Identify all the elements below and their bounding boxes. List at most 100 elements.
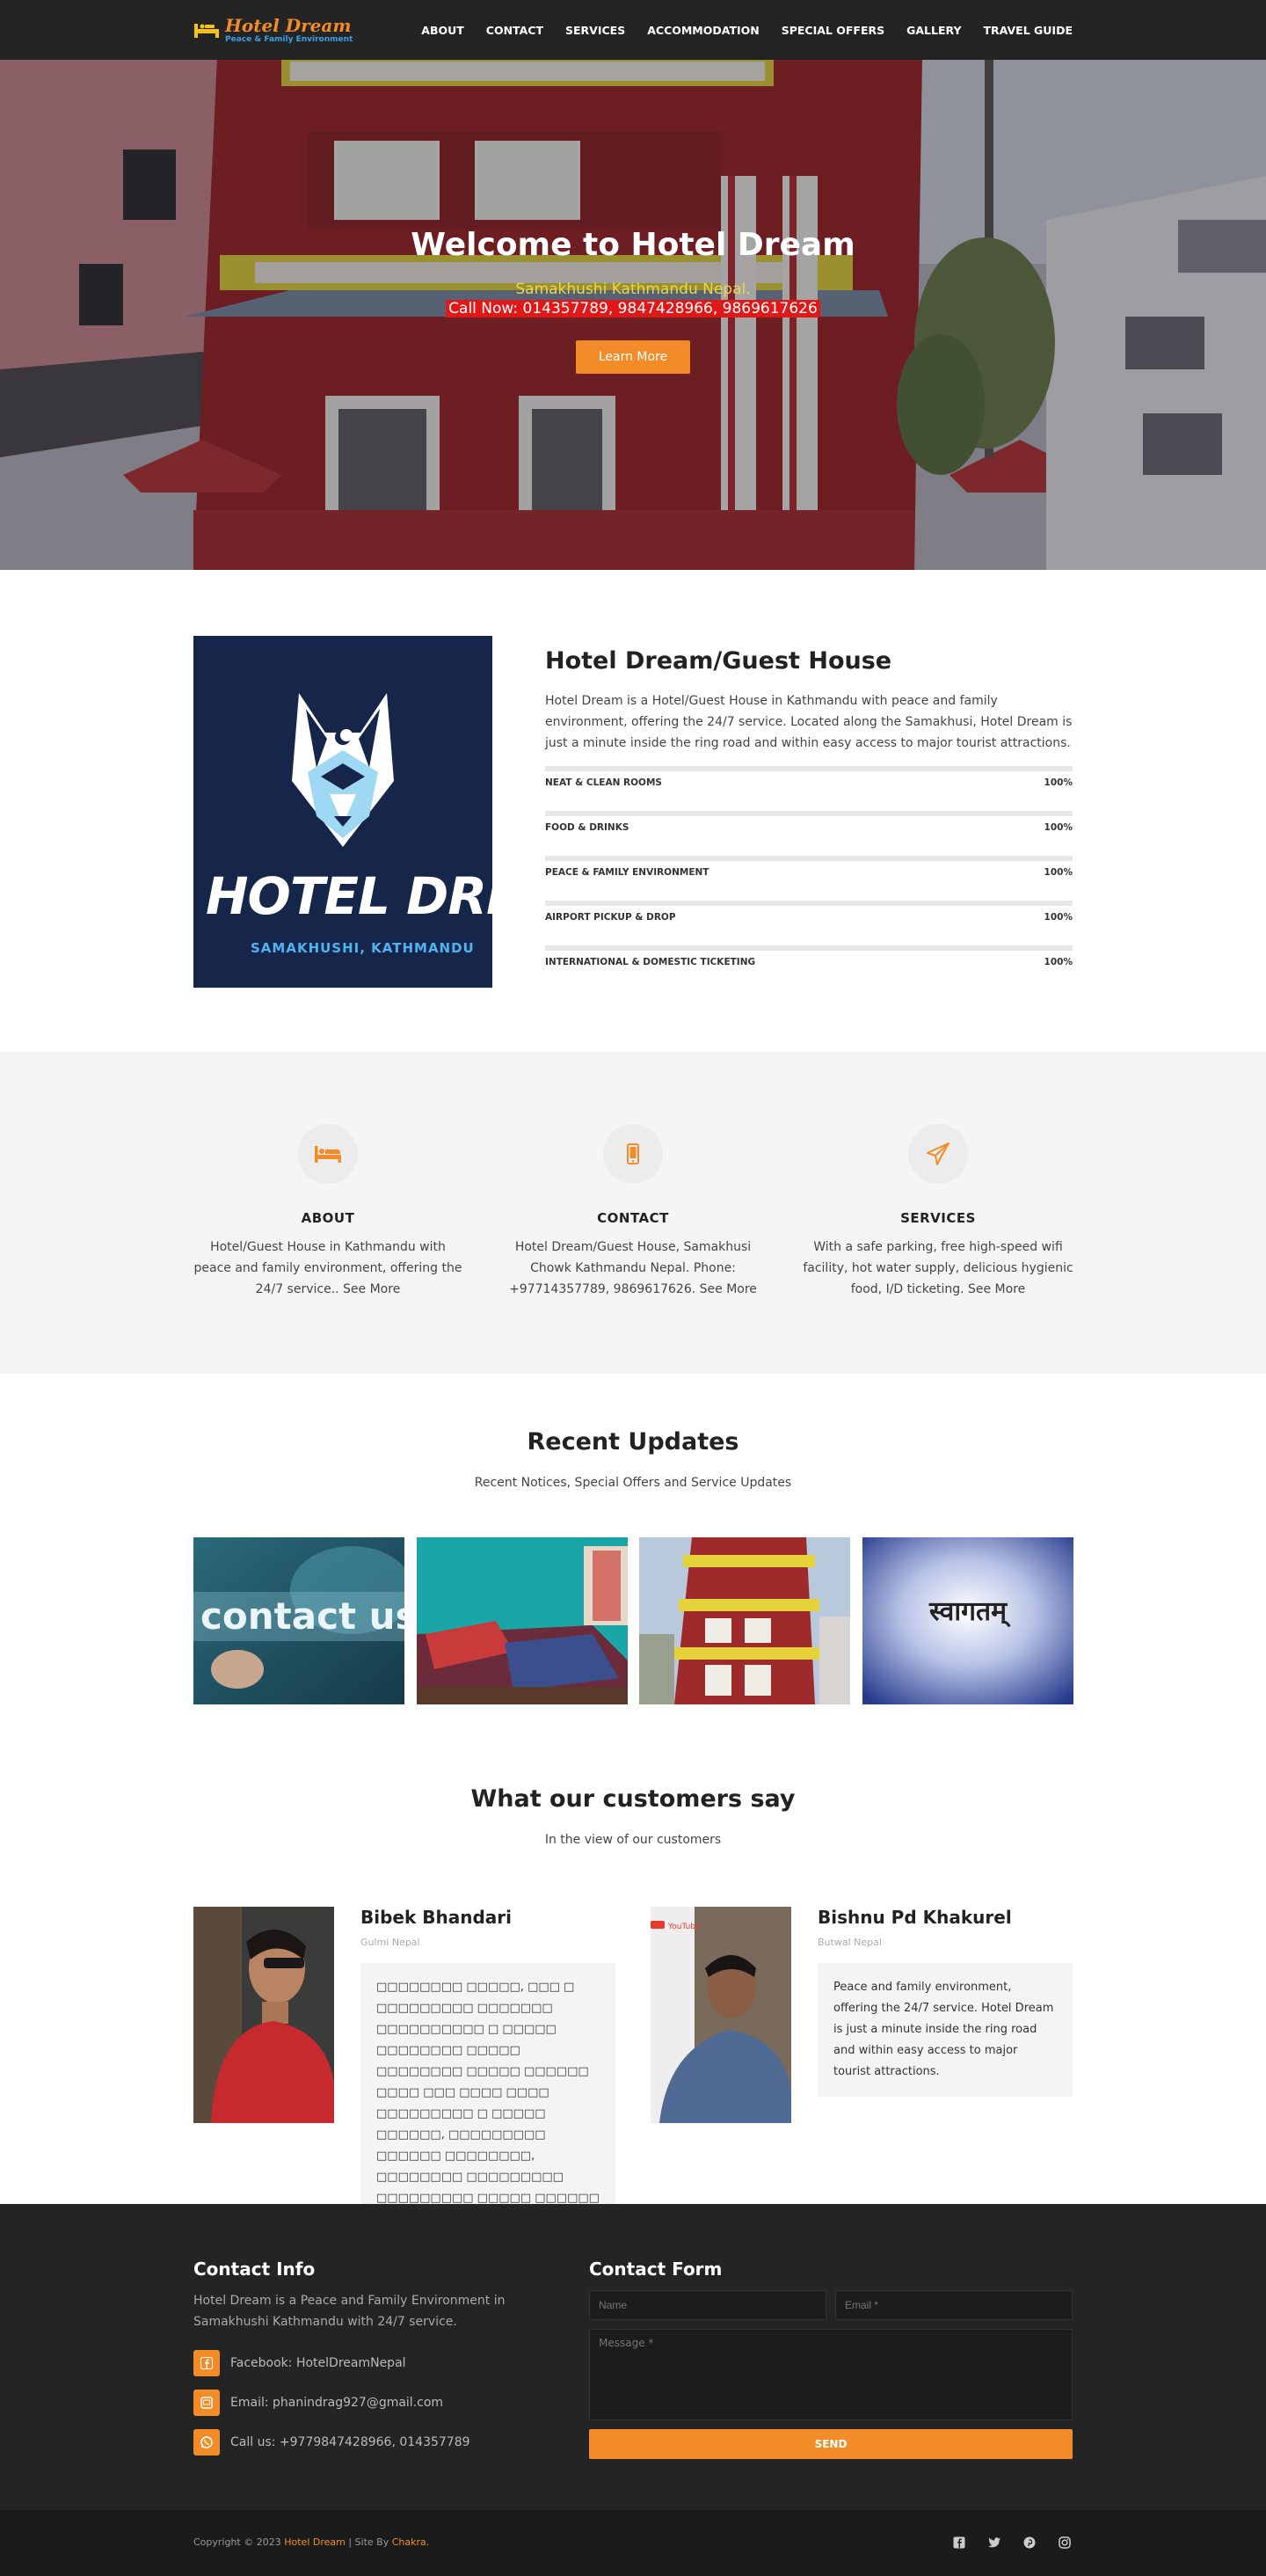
bed-logo-icon	[194, 24, 219, 38]
customer-quote: Peace and family environment, offering t…	[818, 1963, 1073, 2097]
updates-subtitle: Recent Notices, Special Offers and Servi…	[474, 1476, 792, 1490]
contact-us-image: contact us	[193, 1537, 404, 1704]
update-thumbnail-building[interactable]	[639, 1537, 850, 1704]
update-thumbnail-welcome[interactable]: स्वागतम्	[862, 1537, 1073, 1704]
customer-quote: □□□□□□□□ □□□□□, □□□ □ □□□□□□□□□ □□□□□□□ …	[360, 1963, 615, 2244]
feature-about: ABOUT Hotel/Guest House in Kathmandu wit…	[192, 1124, 464, 1300]
copyright-mid: | Site By	[345, 2536, 392, 2548]
skill-label: FOOD & DRINKS	[545, 822, 629, 833]
pinterest-social-icon[interactable]	[1022, 2535, 1037, 2550]
skill-progress-bar	[545, 766, 1073, 771]
skill-label: NEAT & CLEAN ROOMS	[545, 777, 662, 788]
skill-percent: 100%	[1044, 822, 1073, 833]
skill-percent: 100%	[1044, 867, 1073, 878]
site-by-link[interactable]: Chakra.	[392, 2536, 430, 2548]
main-menu: ABOUT CONTACT SERVICES ACCOMMODATION SPE…	[421, 24, 1073, 37]
about-section: HOTEL DREAM SAMAKHUSHI, KATHMANDU Hotel …	[0, 570, 1266, 1052]
update-thumbnail-contact[interactable]: contact us	[193, 1537, 404, 1704]
features-section: ABOUT Hotel/Guest House in Kathmandu wit…	[0, 1052, 1266, 1374]
room-image	[417, 1537, 628, 1704]
customer-location: Gulmi Nepal	[360, 1937, 420, 1948]
updates-title: Recent Updates	[527, 1428, 739, 1456]
about-text: Hotel Dream/Guest House Hotel Dream is a…	[545, 647, 1073, 990]
copyright-prefix: Copyright © 2023	[193, 2536, 285, 2548]
skill-percent: 100%	[1044, 957, 1073, 967]
skill-fill	[545, 856, 1073, 861]
skill-label: INTERNATIONAL & DOMESTIC TICKETING	[545, 957, 756, 967]
phone-text: Call us: +9779847428966, 014357789	[230, 2435, 470, 2449]
email-text: Email: phanindrag927@gmail.com	[230, 2396, 444, 2410]
contact-info-description: Hotel Dream is a Peace and Family Enviro…	[193, 2294, 506, 2329]
instagram-social-icon[interactable]	[1057, 2535, 1073, 2550]
site-logo[interactable]: Hotel Dream Peace & Family Environment	[193, 17, 353, 44]
nav-accommodation[interactable]: ACCOMMODATION	[647, 24, 760, 37]
feature-icon-circle	[298, 1124, 358, 1184]
feature-title: SERVICES	[900, 1210, 976, 1226]
skill-progress-bar	[545, 856, 1073, 861]
skill-fill	[545, 811, 1073, 816]
recent-updates-section: Recent Updates Recent Notices, Special O…	[0, 1374, 1266, 1726]
skill-item: AIRPORT PICKUP & DROP 100%	[545, 901, 1073, 923]
skill-item: INTERNATIONAL & DOMESTIC TICKETING 100%	[545, 945, 1073, 967]
hero-section: Welcome to Hotel Dream Samakhushi Kathma…	[0, 0, 1266, 570]
hotel-building-image	[639, 1537, 850, 1704]
twitter-social-icon[interactable]	[986, 2535, 1002, 2550]
nav-contact[interactable]: CONTACT	[486, 24, 543, 37]
bottom-bar: Copyright © 2023 Hotel Dream | Site By C…	[0, 2510, 1266, 2576]
customer-name: Bishnu Pd Khakurel	[818, 1907, 1012, 1928]
skill-fill	[545, 766, 1073, 771]
facebook-social-icon[interactable]	[951, 2535, 967, 2550]
name-input[interactable]	[589, 2290, 826, 2320]
image-brand-text: HOTEL DREAM	[206, 866, 492, 926]
feature-title: ABOUT	[301, 1210, 355, 1226]
nav-special-offers[interactable]: SPECIAL OFFERS	[782, 24, 884, 37]
phone-link[interactable]: Call us: +9779847428966, 014357789	[193, 2429, 470, 2456]
welcome-image: स्वागतम्	[862, 1537, 1073, 1704]
learn-more-button[interactable]: Learn More	[575, 340, 691, 374]
facebook-link[interactable]: Facebook: HotelDreamNepal	[193, 2350, 406, 2376]
facebook-text: Facebook: HotelDreamNepal	[230, 2356, 406, 2370]
mail-icon	[193, 2390, 220, 2416]
nav-gallery[interactable]: GALLERY	[906, 24, 961, 37]
feature-title: CONTACT	[597, 1210, 669, 1226]
nav-travel-guide[interactable]: TRAVEL GUIDE	[984, 24, 1073, 37]
feature-services: SERVICES With a safe parking, free high-…	[802, 1124, 1074, 1300]
customer-location: Butwal Nepal	[818, 1937, 882, 1948]
bed-icon	[315, 1146, 341, 1163]
skills-list: NEAT & CLEAN ROOMS 100% FOOD & DRINKS 100%…	[545, 766, 1073, 967]
send-button[interactable]: SEND	[589, 2429, 1073, 2459]
customer-name: Bibek Bhandari	[360, 1907, 512, 1928]
skill-item: NEAT & CLEAN ROOMS 100%	[545, 766, 1073, 788]
skill-progress-bar	[545, 945, 1073, 951]
skill-fill	[545, 901, 1073, 906]
contact-info-title: Contact Info	[193, 2259, 316, 2280]
update-thumbnail-room[interactable]	[417, 1537, 628, 1704]
hotel-dream-logo-image: HOTEL DREAM SAMAKHUSHI, KATHMANDU	[193, 636, 492, 988]
contact-form-title: Contact Form	[589, 2259, 723, 2280]
customer-photo-bishnu: YouTube	[651, 1907, 791, 2123]
welcome-text: स्वागतम्	[928, 1596, 1011, 1628]
facebook-icon	[193, 2350, 220, 2376]
hero-call-now: Call Now: 014357789, 9847428966, 9869617…	[446, 300, 820, 317]
logo-name: Hotel Dream	[225, 14, 352, 36]
logo-tagline: Peace & Family Environment	[225, 34, 353, 44]
nav-services[interactable]: SERVICES	[565, 24, 625, 37]
nav-about[interactable]: ABOUT	[421, 24, 464, 37]
skill-fill	[545, 945, 1073, 951]
skill-progress-bar	[545, 901, 1073, 906]
mobile-icon	[627, 1143, 639, 1164]
youtube-badge: YouTube	[667, 1923, 701, 1931]
feature-icon-circle	[908, 1124, 968, 1184]
testimonials-subtitle: In the view of our customers	[544, 1833, 722, 1847]
skill-item: PEACE & FAMILY ENVIRONMENT 100%	[545, 856, 1073, 878]
email-link[interactable]: Email: phanindrag927@gmail.com	[193, 2390, 443, 2416]
copyright-brand-link[interactable]: Hotel Dream	[284, 2536, 346, 2548]
customer-photo: YouTube	[651, 1907, 791, 2123]
feature-description[interactable]: With a safe parking, free high-speed wif…	[802, 1237, 1074, 1300]
message-textarea[interactable]	[589, 2329, 1073, 2420]
about-description: Hotel Dream is a Hotel/Guest House in Ka…	[545, 694, 1073, 750]
feature-description[interactable]: Hotel/Guest House in Kathmandu with peac…	[192, 1237, 464, 1300]
email-input[interactable]	[835, 2290, 1073, 2320]
feature-description[interactable]: Hotel Dream/Guest House, Samakhusi Chowk…	[497, 1237, 769, 1300]
feature-icon-circle	[603, 1124, 663, 1184]
